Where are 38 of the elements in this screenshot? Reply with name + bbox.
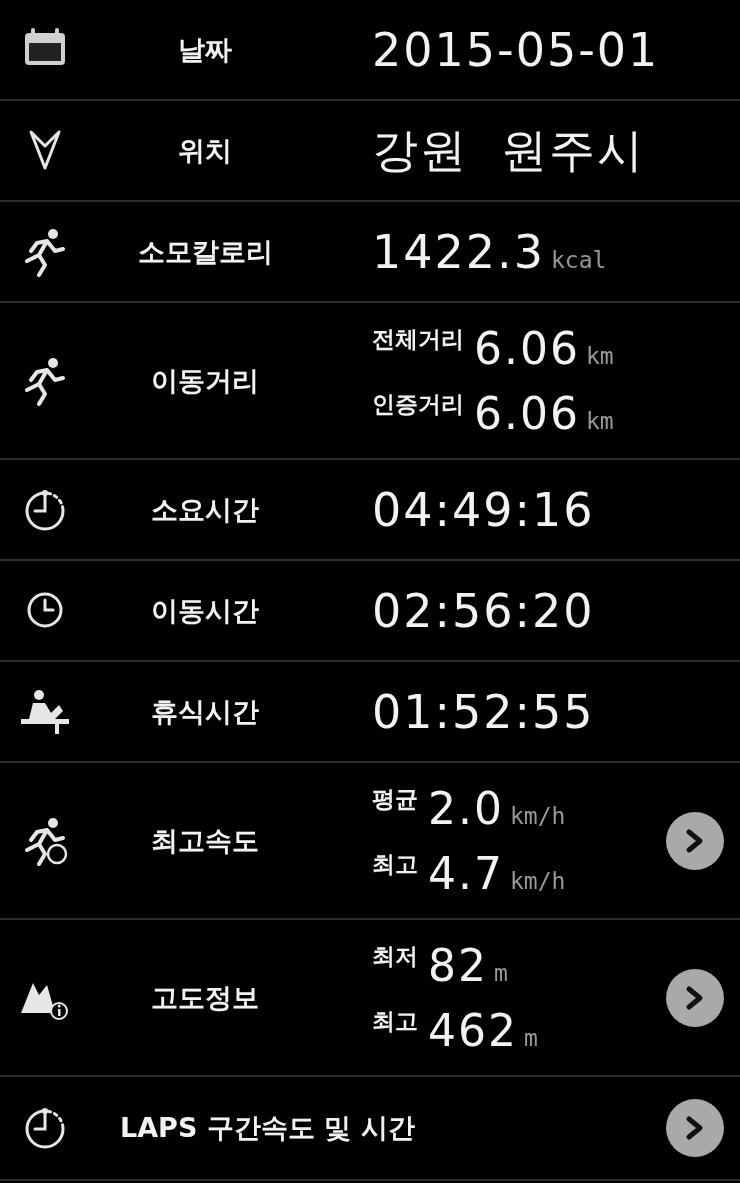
unit-text: kcal	[550, 246, 607, 273]
value-text: 2015-05-01	[372, 22, 660, 77]
row-label: 위치	[178, 133, 232, 168]
value-text: 02:56:20	[372, 583, 595, 638]
unit-text: m	[524, 1024, 538, 1051]
laps-link[interactable]: LAPS 구간속도 및 시간	[90, 1110, 666, 1146]
value-text: 강원 원주시	[372, 121, 646, 179]
sub-label: 최저	[372, 941, 418, 971]
row-label: 이동시간	[151, 593, 259, 628]
row-label: 소요시간	[151, 492, 259, 527]
chevron-button[interactable]	[666, 811, 724, 870]
value-text: 6.06	[474, 322, 580, 374]
sub-label: 전체거리	[372, 324, 464, 354]
value-text: 01:52:55	[372, 684, 595, 739]
unit-text: km	[585, 407, 614, 434]
row-label: 소모칼로리	[137, 234, 273, 269]
row-label: 고도정보	[151, 980, 259, 1015]
sub-label: 인증거리	[372, 389, 464, 419]
value-text: 2.0	[428, 782, 504, 834]
row-label: 이동거리	[151, 363, 259, 398]
row-label: 최고속도	[151, 823, 259, 858]
sub-label: 최고	[372, 1006, 418, 1036]
row-label: 날짜	[178, 32, 232, 67]
sub-label: 평균	[372, 784, 418, 814]
value-text: 6.06	[474, 387, 580, 439]
value-text: 04:49:16	[372, 482, 595, 537]
chevron-button[interactable]	[666, 1099, 724, 1157]
unit-text: m	[494, 959, 508, 986]
chevron-button[interactable]	[666, 968, 724, 1027]
value-text: 4.7	[428, 847, 504, 899]
value-text: 82	[428, 939, 488, 991]
value-text: 462	[428, 1004, 518, 1056]
unit-text: km	[585, 342, 614, 369]
unit-text: km/h	[510, 802, 566, 829]
value-text: 1422.3	[372, 224, 545, 279]
sub-label: 최고	[372, 849, 418, 879]
unit-text: km/h	[510, 867, 566, 894]
row-label: 휴식시간	[151, 694, 259, 729]
